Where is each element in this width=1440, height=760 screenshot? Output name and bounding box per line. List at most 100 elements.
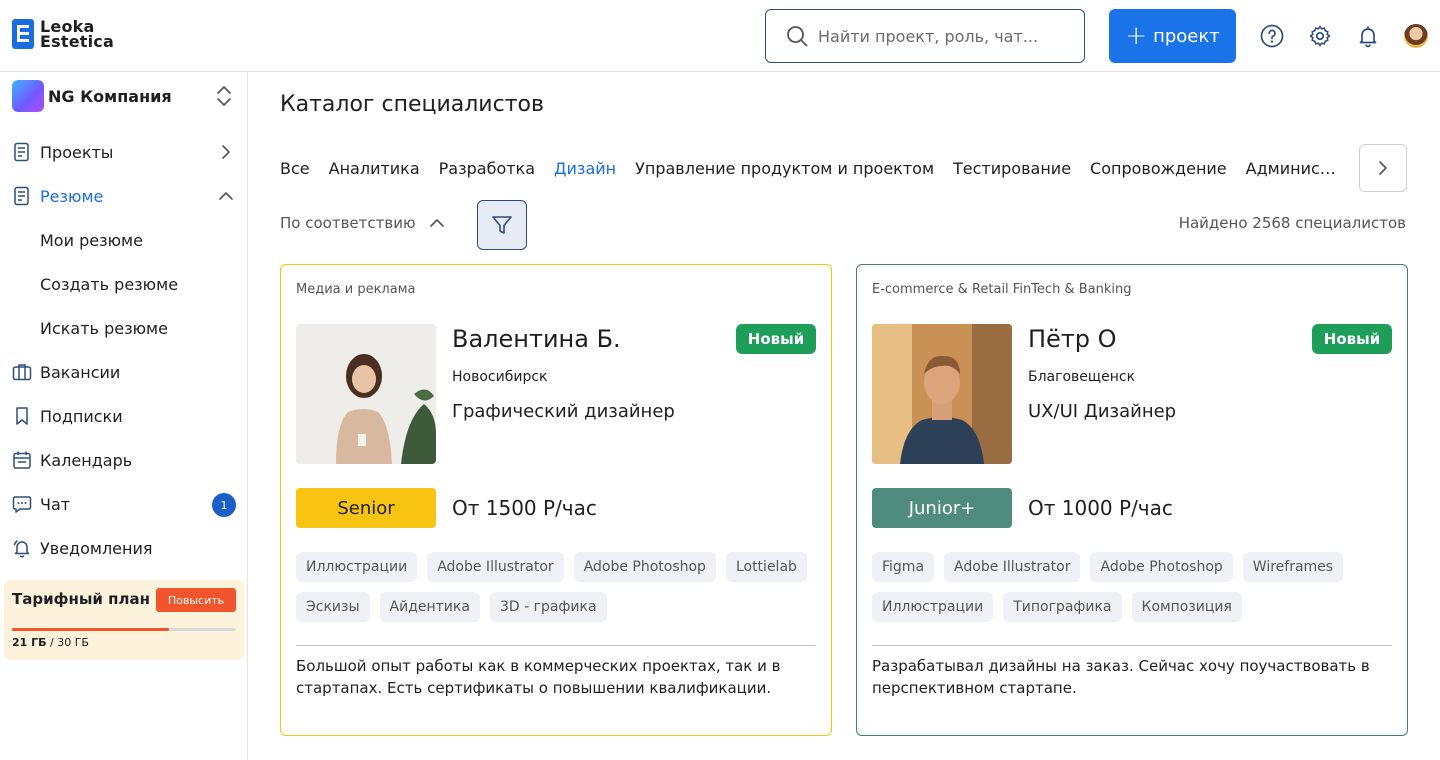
- tab-analytics[interactable]: Аналитика: [329, 159, 420, 178]
- skill-tag: Эскизы: [296, 592, 370, 622]
- sidebar-item-label: Календарь: [40, 450, 133, 470]
- logo-text: Leoka Estetica: [40, 17, 114, 51]
- skill-tag: Figma: [872, 552, 935, 582]
- sort-dropdown[interactable]: По соответствию: [280, 214, 446, 232]
- search-input[interactable]: [818, 26, 1058, 46]
- filter-icon: [492, 216, 512, 234]
- sidebar-item-label: Подписки: [40, 406, 123, 426]
- skills-list: Иллюстрации Adobe Illustrator Adobe Phot…: [296, 552, 818, 632]
- category-tabs: Все Аналитика Разработка Дизайн Управлен…: [280, 156, 1341, 180]
- sidebar-item-notifications[interactable]: Уведомления: [12, 532, 238, 564]
- sidebar-item-label: Мои резюме: [40, 230, 143, 250]
- bookmark-icon: [12, 406, 32, 426]
- chevron-up-icon: [429, 219, 444, 227]
- sidebar-item-chat[interactable]: Чат 1: [12, 488, 238, 520]
- tabs-scroll-right-button[interactable]: [1359, 144, 1407, 192]
- calendar-icon: [12, 450, 32, 470]
- tab-all[interactable]: Все: [280, 159, 310, 178]
- plus-icon: +: [1125, 21, 1148, 51]
- specialist-photo: [296, 324, 436, 464]
- specialist-name: Пётр О: [1028, 325, 1117, 353]
- sidebar-item-label: Искать резюме: [40, 318, 168, 338]
- new-badge: Новый: [736, 324, 816, 354]
- sidebar-item-vacancies[interactable]: Вакансии: [12, 356, 238, 388]
- logo-icon: [12, 19, 34, 49]
- portrait-illustration: [296, 324, 436, 464]
- skill-tag: Adobe Illustrator: [427, 552, 564, 582]
- skill-tag: Wireframes: [1242, 552, 1344, 582]
- sidebar-item-label: Вакансии: [40, 362, 121, 382]
- sort-label: По соответствию: [280, 214, 416, 232]
- document-icon: [12, 142, 32, 162]
- sidebar-item-label: Проекты: [40, 142, 114, 162]
- sidebar-item-search-resume[interactable]: Искать резюме: [40, 312, 266, 344]
- sidebar: NG Компания Проекты Резюме Мои резюме Со…: [0, 72, 248, 760]
- upgrade-button[interactable]: Повысить: [156, 588, 236, 612]
- help-icon[interactable]: [1260, 24, 1284, 48]
- tab-product-management[interactable]: Управление продуктом и проектом: [635, 159, 934, 178]
- sidebar-item-calendar[interactable]: Календарь: [12, 444, 238, 476]
- tab-design[interactable]: Дизайн: [554, 159, 616, 178]
- skills-list: Figma Adobe Illustrator Adobe Photoshop …: [872, 552, 1394, 632]
- resume-icon: [12, 186, 32, 206]
- skill-tag: Adobe Illustrator: [944, 552, 1081, 582]
- chevron-updown-icon[interactable]: [214, 84, 234, 108]
- bell-icon[interactable]: [1356, 24, 1380, 48]
- skill-tag: Adobe Photoshop: [1090, 552, 1233, 582]
- specialist-card[interactable]: Медиа и реклама Валентина Б. Новый Новос…: [280, 264, 832, 736]
- tariff-plan-card: Тарифный план Повысить 21 ГБ / 30 ГБ: [4, 580, 244, 660]
- bell-icon: [12, 538, 32, 558]
- plan-title: Тарифный план: [12, 590, 150, 608]
- tab-development[interactable]: Разработка: [439, 159, 535, 178]
- specialist-name: Валентина Б.: [452, 325, 621, 353]
- sidebar-item-label: Резюме: [40, 186, 104, 206]
- sidebar-item-subscriptions[interactable]: Подписки: [12, 400, 238, 432]
- specialist-role: Графический дизайнер: [452, 401, 675, 422]
- skill-tag: Lottielab: [725, 552, 807, 582]
- specialist-card[interactable]: E-commerce & Retail FinTech & Banking Пё…: [856, 264, 1408, 736]
- new-badge: Новый: [1312, 324, 1392, 354]
- specialist-city: Благовещенск: [1028, 369, 1136, 385]
- logo[interactable]: Leoka Estetica: [12, 17, 120, 51]
- skill-tag: Иллюстрации: [872, 592, 994, 622]
- hourly-rate: От 1500 Р/час: [452, 496, 597, 520]
- card-industry: E-commerce & Retail FinTech & Banking: [872, 282, 1132, 297]
- user-avatar[interactable]: [1404, 24, 1428, 48]
- skill-tag: 3D - графика: [489, 592, 607, 622]
- chat-icon: [12, 494, 32, 514]
- new-project-label: проект: [1153, 25, 1220, 47]
- card-industry: Медиа и реклама: [296, 282, 416, 297]
- level-badge: Junior+: [872, 488, 1012, 528]
- page-title: Каталог специалистов: [280, 92, 544, 117]
- sidebar-item-create-resume[interactable]: Создать резюме: [40, 268, 266, 300]
- skill-tag: Айдентика: [379, 592, 480, 622]
- company-logo: [12, 80, 44, 112]
- chevron-up-icon: [219, 192, 233, 200]
- specialist-role: UX/UI Дизайнер: [1028, 401, 1177, 422]
- skill-tag: Типографика: [1003, 592, 1122, 622]
- sidebar-item-label: Чат: [40, 494, 71, 514]
- specialist-photo: [872, 324, 1012, 464]
- sidebar-item-my-resumes[interactable]: Мои резюме: [40, 224, 266, 256]
- new-project-button[interactable]: + проект: [1109, 9, 1236, 63]
- filter-button[interactable]: [477, 200, 527, 250]
- specialist-city: Новосибирск: [452, 369, 548, 385]
- company-name: NG Компания: [48, 86, 172, 106]
- chevron-right-icon: [1379, 161, 1387, 175]
- skill-tag: Композиция: [1131, 592, 1242, 622]
- sidebar-item-label: Создать резюме: [40, 274, 179, 294]
- tab-testing[interactable]: Тестирование: [953, 159, 1071, 178]
- chat-unread-badge: 1: [212, 493, 236, 517]
- search-box[interactable]: [765, 9, 1085, 63]
- tab-administration[interactable]: Администрирование: [1246, 159, 1341, 178]
- storage-usage: 21 ГБ / 30 ГБ: [12, 636, 89, 649]
- portrait-illustration: [872, 324, 1012, 464]
- chevron-right-icon: [222, 145, 230, 159]
- company-switcher[interactable]: NG Компания: [12, 80, 236, 112]
- tab-support[interactable]: Сопровождение: [1090, 159, 1227, 178]
- gear-icon[interactable]: [1308, 24, 1332, 48]
- sidebar-item-projects[interactable]: Проекты: [12, 136, 238, 168]
- results-count: Найдено 2568 специалистов: [1178, 214, 1406, 232]
- sidebar-item-resume[interactable]: Резюме: [12, 180, 238, 212]
- sidebar-item-label: Уведомления: [40, 538, 153, 558]
